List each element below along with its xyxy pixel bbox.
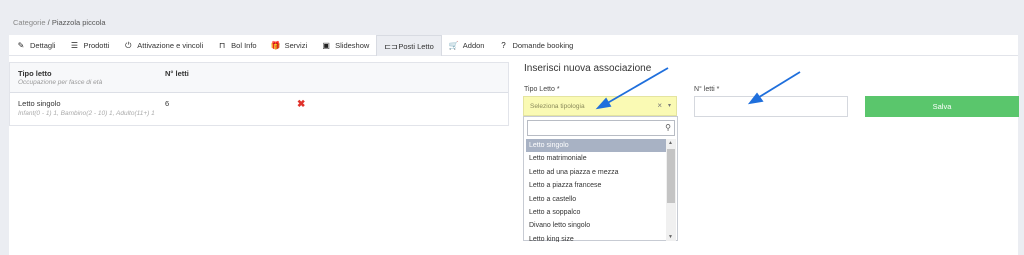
table-header: Tipo letto Occupazione per fasce di età … — [10, 63, 508, 93]
tab-label: Prodotti — [83, 41, 110, 50]
bed-type-select[interactable]: Seleziona tipologia × ▾ — [523, 96, 677, 116]
chevron-down-icon[interactable]: ▾ — [668, 102, 671, 109]
tab-bar: ✎ Dettagli ☰ Prodotti ⏻ Attivazione e vinco… — [9, 35, 1018, 56]
tab-attivazione[interactable]: ⏻ Attivazione e vincoli — [116, 35, 210, 56]
tab-prodotti[interactable]: ☰ Prodotti — [62, 35, 116, 56]
tab-label: Bol Info — [231, 41, 257, 50]
tab-bol-info[interactable]: ⊓ Bol Info — [210, 35, 263, 56]
tab-label: Slideshow — [335, 41, 370, 50]
image-icon: ▣ — [322, 41, 330, 50]
bed-icon: ⊏⊐ — [384, 41, 398, 51]
tab-label: Attivazione e vincoli — [137, 41, 204, 50]
form-title: Inserisci nuova associazione — [524, 63, 652, 74]
question-icon: ? — [501, 41, 506, 50]
column-header-count: N° letti — [165, 69, 189, 78]
column-header-type: Tipo letto — [18, 69, 52, 78]
table-row: Letto singolo Infant(0 - 1) 1, Bambino(2… — [10, 93, 508, 125]
dropdown-search-input[interactable]: ⚲ — [527, 120, 675, 136]
tab-label: Servizi — [284, 41, 308, 50]
bed-count-label: N° letti * — [694, 86, 720, 93]
power-icon: ⏻ — [125, 40, 132, 50]
beds-table: Tipo letto Occupazione per fasce di età … — [9, 62, 509, 126]
list-icon: ☰ — [70, 41, 79, 50]
breadcrumb: Categorie / Piazzola piccola — [13, 18, 106, 27]
row-occupancy: Infant(0 - 1) 1, Bambino(2 - 10) 1, Adul… — [18, 110, 155, 117]
scrollbar-thumb[interactable] — [667, 149, 675, 203]
cart-icon: 🛒 — [448, 41, 459, 50]
tab-servizi[interactable]: 🎁 Servizi — [264, 35, 315, 56]
row-bed-type: Letto singolo — [18, 99, 61, 108]
save-button[interactable]: Salva — [865, 96, 1019, 117]
dropdown-scrollbar[interactable]: ▲ ▼ — [666, 139, 676, 241]
edit-icon: ✎ — [17, 41, 25, 50]
dropdown-option[interactable]: Letto singolo — [526, 139, 666, 153]
bed-type-dropdown: ⚲ Letto singolo Letto matrimoniale Letto… — [523, 116, 678, 242]
search-icon: ⚲ — [665, 123, 671, 132]
dropdown-option[interactable]: Divano letto singolo — [526, 219, 666, 232]
tab-label: Dettagli — [30, 41, 56, 50]
gift-icon: 🎁 — [270, 41, 281, 50]
app-frame: Categorie / Piazzola piccola ✎ Dettagli ☰… — [0, 0, 1024, 255]
dropdown-option[interactable]: Letto king size — [526, 233, 666, 242]
dropdown-option[interactable]: Letto a piazza francese — [526, 179, 666, 192]
scroll-up-icon[interactable]: ▲ — [668, 140, 673, 146]
tab-label: Posti Letto — [398, 41, 434, 51]
column-subheader-occupancy: Occupazione per fasce di età — [18, 79, 103, 86]
breadcrumb-parent[interactable]: Categorie — [13, 18, 46, 27]
tab-dettagli[interactable]: ✎ Dettagli — [9, 35, 62, 56]
dropdown-option[interactable]: Letto a castello — [526, 193, 666, 206]
dropdown-option[interactable]: Letto a soppalco — [526, 206, 666, 219]
clear-icon[interactable]: × — [657, 101, 662, 110]
breadcrumb-current: Piazzola piccola — [51, 18, 106, 27]
tab-posti-letto[interactable]: ⊏⊐ Posti Letto — [376, 35, 442, 56]
row-bed-count: 6 — [165, 99, 170, 108]
tab-addon[interactable]: 🛒 Addon — [442, 35, 492, 56]
delete-icon[interactable]: ✖ — [297, 99, 305, 110]
dropdown-option[interactable]: Letto matrimoniale — [526, 152, 666, 165]
bed-type-label: Tipo Letto * — [524, 86, 560, 93]
tab-label: Addon — [462, 41, 485, 50]
tab-slideshow[interactable]: ▣ Slideshow — [314, 35, 376, 56]
dropdown-option[interactable]: Letto ad una piazza e mezza — [526, 166, 666, 179]
scroll-down-icon[interactable]: ▼ — [668, 234, 673, 240]
tab-domande-booking[interactable]: ? Domande booking — [491, 35, 580, 56]
bookmark-icon: ⊓ — [219, 41, 226, 50]
dropdown-options: Letto singolo Letto matrimoniale Letto a… — [526, 139, 666, 242]
tab-label: Domande booking — [512, 41, 574, 50]
select-placeholder: Seleziona tipologia — [530, 103, 585, 110]
bed-count-input[interactable] — [694, 96, 848, 117]
breadcrumb-separator: / — [47, 18, 50, 27]
